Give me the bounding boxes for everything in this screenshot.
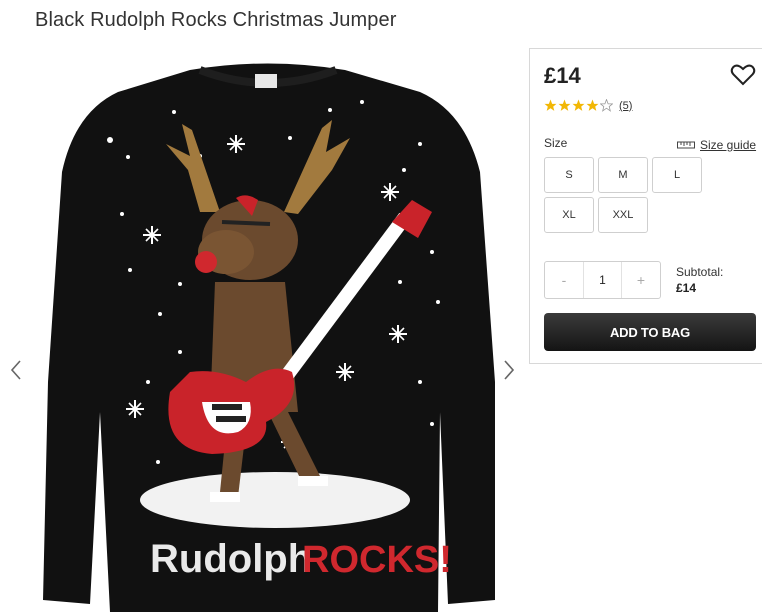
quantity-value[interactable]: 1 xyxy=(583,262,622,298)
ruler-icon xyxy=(677,141,695,149)
size-option-xxl[interactable]: XXL xyxy=(598,197,648,233)
add-to-bag-button[interactable]: ADD TO BAG xyxy=(544,313,756,351)
size-guide-label: Size guide xyxy=(700,138,757,152)
size-guide-link[interactable]: Size guide xyxy=(677,138,756,152)
star-filled-icon xyxy=(558,99,571,111)
print-text-rocks: ROCKS! xyxy=(302,539,452,581)
rating: (5) xyxy=(544,99,632,112)
product-title: Black Rudolph Rocks Christmas Jumper xyxy=(35,9,397,31)
size-option-l[interactable]: L xyxy=(652,157,702,193)
star-filled-icon xyxy=(544,99,557,111)
review-count-link[interactable]: (5) xyxy=(619,100,632,112)
subtotal: Subtotal: £14 xyxy=(676,264,723,296)
size-option-m[interactable]: M xyxy=(598,157,648,193)
price: £14 xyxy=(544,63,581,88)
star-filled-icon xyxy=(586,99,599,111)
size-label: Size xyxy=(544,136,568,150)
star-rating xyxy=(544,99,613,112)
star-filled-icon xyxy=(572,99,585,111)
print-text-rudolph: Rudolph xyxy=(150,537,312,581)
size-option-s[interactable]: S xyxy=(544,157,594,193)
quantity-stepper: - 1 + xyxy=(544,261,661,299)
subtotal-label: Subtotal: xyxy=(676,265,724,279)
size-option-xl[interactable]: XL xyxy=(544,197,594,233)
purchase-panel: £14 (5) Size Size guide S M L XL XXL - 1… xyxy=(529,48,762,364)
product-image: Rudolph ROCKS! xyxy=(43,63,495,612)
subtotal-value: £14 xyxy=(676,281,697,295)
chevron-left-icon[interactable] xyxy=(7,358,25,382)
heart-icon[interactable] xyxy=(730,63,756,87)
product-gallery: Rudolph ROCKS! xyxy=(0,40,525,612)
quantity-increment-button[interactable]: + xyxy=(622,262,660,298)
size-selector: S M L XL XXL xyxy=(544,157,714,233)
quantity-decrement-button[interactable]: - xyxy=(545,262,583,298)
star-empty-icon xyxy=(600,99,613,112)
chevron-right-icon[interactable] xyxy=(500,358,518,382)
